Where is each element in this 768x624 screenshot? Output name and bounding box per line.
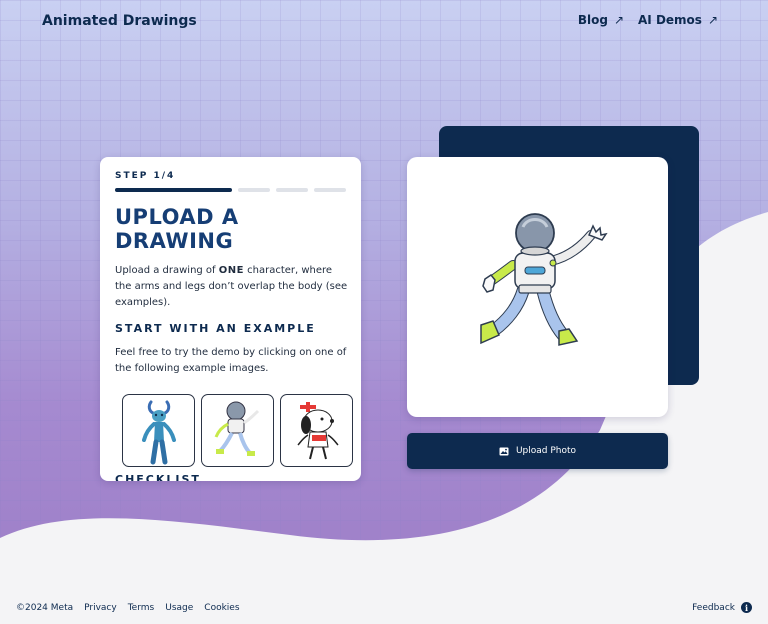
progress-segment [276,188,308,192]
footer-link-cookies[interactable]: Cookies [204,603,239,613]
copyright-text: ©2024 Meta [16,603,74,613]
example-blue-figure[interactable] [122,394,195,467]
top-nav: Blog ↗ AI Demos ↗ [578,13,718,27]
card-title-line1: UPLOAD A [115,205,239,229]
image-icon [499,447,509,455]
nav-ai-demos-link[interactable]: AI Demos ↗ [638,13,718,27]
card-title: UPLOAD A DRAWING [115,205,351,253]
info-icon: i [741,602,752,613]
progress-segment [314,188,346,192]
progress-segment-active [115,188,232,192]
nav-blog-link[interactable]: Blog ↗ [578,13,624,27]
feedback-label: Feedback [692,602,735,613]
example-astronaut[interactable] [201,394,274,467]
upload-photo-label: Upload Photo [515,446,577,456]
footer-link-privacy[interactable]: Privacy [84,603,117,613]
astronaut-drawing [479,213,608,346]
drawing-preview [407,157,668,417]
card-title-line2: DRAWING [115,229,234,253]
external-arrow-icon: ↗ [707,13,718,27]
astronaut-thumb-drawing [214,401,259,456]
desc-prefix: Upload a drawing of [115,265,219,276]
external-arrow-icon: ↗ [613,13,625,27]
step-card: STEP 1/4 UPLOAD A DRAWING Upload a drawi… [100,157,361,481]
footer-links: ©2024 Meta Privacy Terms Usage Cookies [16,603,240,613]
nav-ai-demos-label: AI Demos [638,13,702,27]
upload-description: Upload a drawing of ONE character, where… [115,263,351,311]
blue-figure-drawing [141,400,176,464]
example-images [122,394,353,467]
upload-photo-button[interactable]: Upload Photo [407,433,668,469]
brand-title[interactable]: Animated Drawings [42,13,197,29]
feedback-button[interactable]: Feedback i [692,602,752,613]
nav-blog-label: Blog [577,13,608,27]
footer-link-terms[interactable]: Terms [128,603,155,613]
desc-bold: ONE [218,265,244,276]
example-description: Feel free to try the demo by clicking on… [115,347,347,374]
example-dog[interactable] [280,394,353,467]
step-indicator: STEP 1/4 [115,171,176,181]
example-heading: START WITH AN EXAMPLE [115,322,316,335]
checklist-heading: CHECKLIST [115,473,201,481]
footer-link-usage[interactable]: Usage [165,603,193,613]
step-progress [115,188,351,192]
progress-segment [238,188,270,192]
dog-drawing [296,401,339,459]
